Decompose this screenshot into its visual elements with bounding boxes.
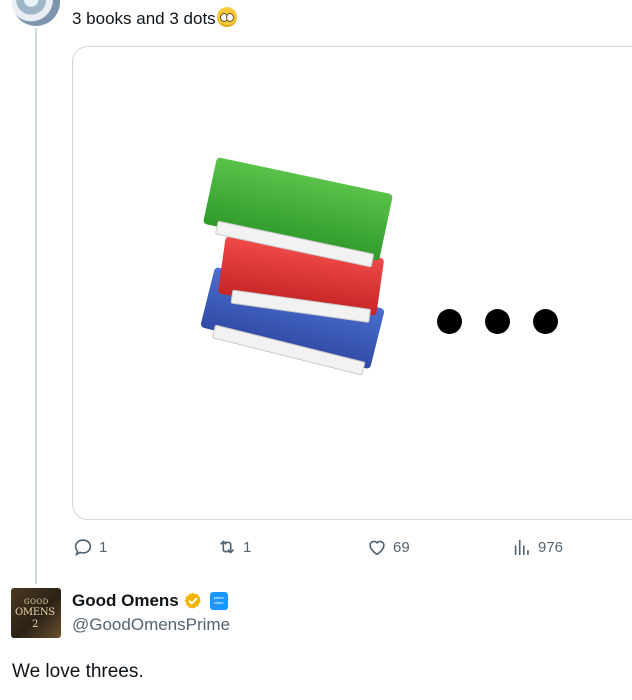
repost-count: 1 [243,538,252,556]
repost-icon [219,540,235,554]
views-button[interactable]: 976 [511,534,563,560]
pleading-face-emoji [216,7,237,27]
reply-tweet-text: We love threes. [12,661,144,682]
affiliate-badge-prime-video[interactable]: prime video [209,592,228,610]
dot-1 [437,309,462,334]
reply-button[interactable]: 1 [72,534,107,560]
heart-icon [369,540,385,556]
avatar-text-good: GOOD [24,598,49,606]
reply-count: 1 [99,538,108,556]
avatar-text-season: 2 [32,619,39,630]
good-omens-avatar[interactable]: GOOD OMENS 2 [11,588,61,638]
name-row: Good Omens prime video [72,590,228,612]
user-handle[interactable]: @GoodOmensPrime [72,615,230,635]
dot-3 [533,309,558,334]
books-emoji-icon [193,155,394,376]
verified-gold-badge-icon[interactable] [183,591,203,611]
repost-button[interactable]: 1 [216,534,251,560]
thread-connector-line [35,28,37,584]
analytics-icon [514,539,529,556]
author-avatar[interactable] [12,0,60,26]
like-button[interactable]: 69 [366,534,410,560]
like-count: 69 [393,538,410,556]
tweet-text: 3 books and 3 dots [72,7,237,30]
display-name[interactable]: Good Omens [72,590,179,612]
tweet-media-image[interactable] [72,46,632,520]
view-count: 976 [538,538,564,556]
reply-icon [74,539,92,557]
avatar-text-omens: OMENS [15,607,55,618]
dot-2 [485,309,510,334]
